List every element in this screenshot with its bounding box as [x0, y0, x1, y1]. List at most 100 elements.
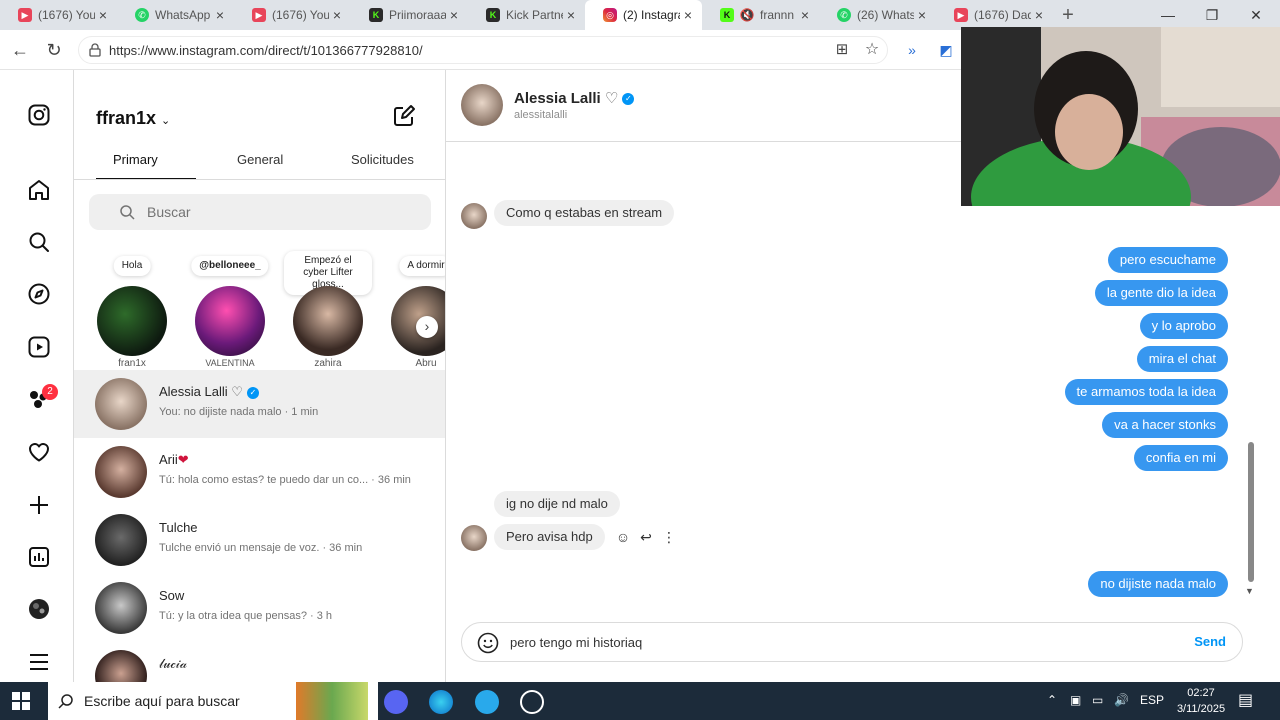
thread-item-alessia[interactable]: Alessia Lalli ♡ ✓ You: no dijiste nada ma…: [74, 370, 445, 438]
taskbar-clock[interactable]: 02:27 3/11/2025: [1170, 685, 1232, 717]
thread-name: Sow: [159, 588, 185, 603]
browser-tab[interactable]: ✆(26) WhatsA×: [819, 0, 936, 30]
chat-contact-name[interactable]: Alessia Lalli ♡ ✓: [514, 89, 635, 107]
browser-tab[interactable]: ▶(1676) YouTu×: [0, 0, 117, 30]
note-label: VALENTINA: [205, 358, 255, 368]
search-icon[interactable]: [27, 230, 51, 254]
more-menu-icon[interactable]: [27, 650, 51, 674]
browser-tab[interactable]: K Priimoraaa ×: [351, 0, 468, 30]
thread-preview: You: no dijiste nada malo · 1 min: [159, 406, 319, 418]
app-install-icon[interactable]: ⊞: [830, 38, 854, 62]
windows-start-icon[interactable]: [12, 692, 30, 710]
close-tab-icon[interactable]: ×: [1031, 7, 1047, 23]
extension-icon[interactable]: ◩: [934, 38, 958, 62]
reply-icon[interactable]: ↩: [637, 528, 655, 546]
message-incoming[interactable]: Pero avisa hdp: [494, 524, 605, 550]
thread-item-sow[interactable]: Sow Tú: y la otra idea que pensas? · 3 h: [74, 574, 445, 642]
favorite-star-icon[interactable]: ☆: [860, 38, 884, 62]
site-info-icon[interactable]: [89, 43, 101, 57]
thread-item-arii[interactable]: Arii❤ Tú: hola como estas? te puedo dar …: [74, 438, 445, 506]
message-outgoing[interactable]: te armamos toda la idea: [1064, 379, 1228, 405]
reels-icon[interactable]: [27, 335, 51, 359]
reload-icon[interactable]: ↻: [42, 38, 66, 62]
telegram-icon[interactable]: [475, 690, 499, 714]
react-emoji-icon[interactable]: ☺: [614, 528, 632, 546]
avatar: [95, 650, 147, 682]
message-outgoing[interactable]: confia en mi: [1133, 445, 1228, 471]
more-options-icon[interactable]: ⋮: [660, 528, 678, 546]
emoji-icon[interactable]: [477, 632, 499, 654]
avatar: [95, 514, 147, 566]
instagram-logo-icon[interactable]: [27, 103, 51, 127]
create-plus-icon[interactable]: [27, 493, 51, 517]
message-outgoing[interactable]: mira el chat: [1136, 346, 1228, 372]
message-incoming[interactable]: Como q estabas en stream: [494, 200, 675, 226]
scrollbar-thumb[interactable]: [1248, 442, 1254, 582]
message-outgoing[interactable]: la gente dio la idea: [1094, 280, 1228, 306]
camera-tray-icon[interactable]: ▣: [1070, 693, 1081, 707]
message-outgoing[interactable]: pero escuchame: [1107, 247, 1228, 273]
message-outgoing[interactable]: y lo aprobo: [1139, 313, 1228, 339]
browser-tab[interactable]: ▶(1676) Dado×: [936, 0, 1053, 30]
youtube-icon: ▶: [954, 8, 968, 22]
back-arrow-icon[interactable]: ←: [8, 38, 32, 62]
account-switcher[interactable]: ffran1x ⌄: [96, 108, 170, 129]
thread-item-lucia[interactable]: 𝓁𝓊𝒸𝒾𝒶: [74, 642, 445, 682]
close-tab-icon[interactable]: ×: [329, 7, 345, 23]
browser-tab-active[interactable]: ◎(2) Instagran×: [585, 0, 702, 30]
close-tab-icon[interactable]: ×: [797, 7, 813, 23]
close-window-button[interactable]: ✕: [1234, 0, 1278, 30]
home-icon[interactable]: [27, 178, 51, 202]
close-tab-icon[interactable]: ×: [680, 7, 696, 23]
message-outgoing[interactable]: no dijiste nada malo: [1088, 571, 1228, 597]
avatar: [97, 286, 167, 356]
new-tab-button[interactable]: +: [1053, 0, 1083, 30]
browser-tab[interactable]: ▶(1676) YouTu×: [234, 0, 351, 30]
dashboard-chart-icon[interactable]: [27, 545, 51, 569]
network-icon[interactable]: ▭: [1092, 693, 1103, 707]
send-button[interactable]: Send: [1194, 634, 1226, 649]
thread-item-tulche[interactable]: Tulche Tulche envió un mensaje de voz. ·…: [74, 506, 445, 574]
heart-icon[interactable]: [27, 440, 51, 464]
kick-icon: K: [720, 8, 734, 22]
chat-contact-handle: alessitalalli: [514, 109, 568, 121]
webcam-overlay: [961, 27, 1280, 206]
obs-icon[interactable]: [520, 690, 544, 714]
tab-general[interactable]: General: [237, 152, 283, 167]
read-aloud-icon[interactable]: »: [900, 38, 924, 62]
language-indicator[interactable]: ESP: [1140, 693, 1164, 707]
close-tab-icon[interactable]: ×: [563, 7, 579, 23]
scroll-down-arrow-icon[interactable]: ▼: [1245, 586, 1254, 596]
conversation-panel: ffran1x ⌄ Primary General Solicitudes Bu…: [74, 70, 446, 682]
url-field[interactable]: https://www.instagram.com/direct/t/10136…: [78, 36, 888, 64]
discord-icon[interactable]: [384, 690, 408, 714]
close-tab-icon[interactable]: ×: [212, 7, 228, 23]
avatar: [95, 446, 147, 498]
close-tab-icon[interactable]: ×: [914, 7, 930, 23]
tab-requests[interactable]: Solicitudes: [351, 152, 414, 167]
tab-primary[interactable]: Primary: [113, 152, 158, 167]
thread-name: Alessia Lalli ♡ ✓: [159, 384, 259, 400]
explore-compass-icon[interactable]: [27, 282, 51, 306]
volume-icon[interactable]: 🔊: [1114, 693, 1129, 707]
maximize-window-button[interactable]: ❐: [1190, 0, 1234, 30]
close-tab-icon[interactable]: ×: [446, 7, 462, 23]
edge-browser-icon[interactable]: [429, 690, 453, 714]
browser-tab[interactable]: K 🔇 frannn ×: [702, 0, 819, 30]
browser-tab[interactable]: ✆ WhatsApp ×: [117, 0, 234, 30]
chevron-right-icon[interactable]: ›: [416, 316, 438, 338]
notification-center-icon[interactable]: ▤: [1238, 690, 1253, 710]
message-outgoing[interactable]: va a hacer stonks: [1102, 412, 1228, 438]
muted-speaker-icon[interactable]: 🔇: [740, 8, 755, 22]
message-input[interactable]: pero tengo mi historiaq Send: [461, 622, 1243, 662]
browser-tab[interactable]: KKick Partner×: [468, 0, 585, 30]
profile-avatar-icon[interactable]: [27, 597, 51, 621]
search-input[interactable]: Buscar: [89, 194, 431, 230]
close-tab-icon[interactable]: ×: [95, 7, 111, 23]
avatar[interactable]: [461, 84, 503, 126]
minimize-window-button[interactable]: —: [1146, 0, 1190, 30]
message-incoming[interactable]: ig no dije nd malo: [494, 491, 620, 517]
chevron-up-icon[interactable]: ⌃: [1047, 693, 1057, 707]
heart-outline-icon: ♡: [604, 90, 619, 107]
new-message-icon[interactable]: [392, 104, 416, 128]
